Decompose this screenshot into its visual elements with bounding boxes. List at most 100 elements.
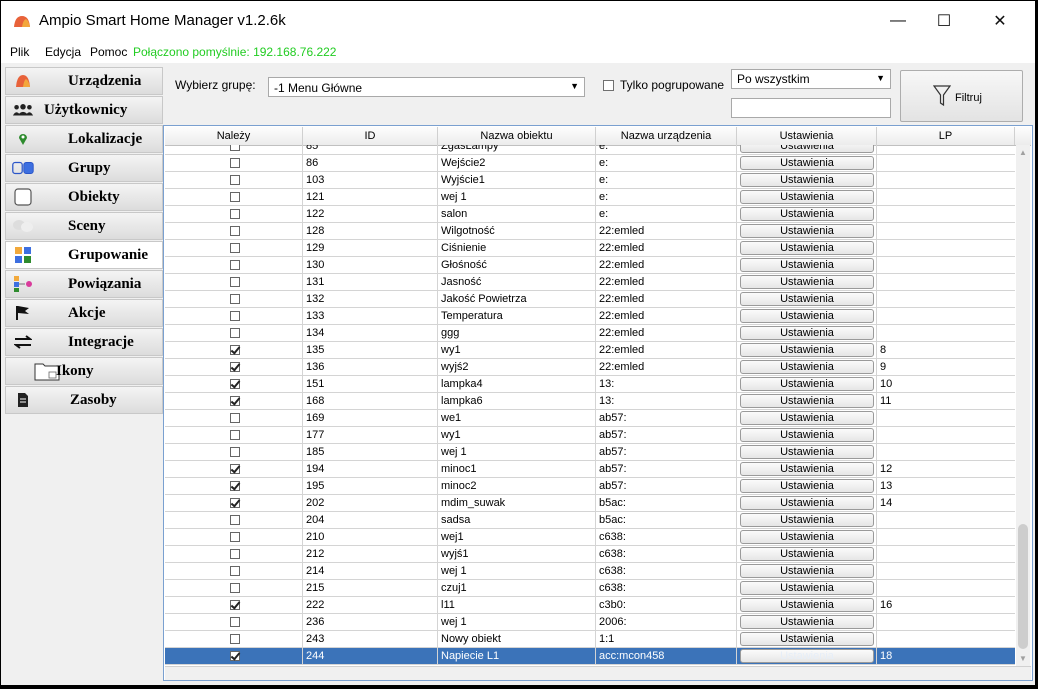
- settings-button[interactable]: Ustawienia: [740, 462, 874, 476]
- settings-button[interactable]: Ustawienia: [740, 564, 874, 578]
- sidebar-item-grupowanie[interactable]: Grupowanie: [5, 241, 163, 269]
- settings-button[interactable]: Ustawienia: [740, 190, 874, 204]
- table-row[interactable]: 243 Nowy obiekt 1:1 Ustawienia: [165, 631, 1015, 648]
- table-row[interactable]: 210 wej1 c638: Ustawienia: [165, 529, 1015, 546]
- table-row[interactable]: 86 Wejście2 e: Ustawienia: [165, 155, 1015, 172]
- row-checkbox[interactable]: [230, 413, 240, 423]
- row-checkbox[interactable]: [230, 430, 240, 440]
- row-checkbox[interactable]: [230, 583, 240, 593]
- close-button[interactable]: ✕: [977, 1, 1023, 41]
- row-checkbox[interactable]: [230, 362, 240, 372]
- settings-button[interactable]: Ustawienia: [740, 581, 874, 595]
- table-row[interactable]: 169 we1 ab57: Ustawienia: [165, 410, 1015, 427]
- row-checkbox[interactable]: [230, 243, 240, 253]
- row-checkbox[interactable]: [230, 311, 240, 321]
- settings-button[interactable]: Ustawienia: [740, 326, 874, 340]
- settings-button[interactable]: Ustawienia: [740, 615, 874, 629]
- only-grouped-checkbox[interactable]: [603, 80, 614, 91]
- sidebar-item-integracje[interactable]: Integracje: [5, 328, 163, 356]
- menu-edycja[interactable]: Edycja: [45, 45, 81, 59]
- horizontal-scrollbar[interactable]: [165, 666, 1031, 680]
- settings-button[interactable]: Ustawienia: [740, 343, 874, 357]
- table-row[interactable]: 194 minoc1 ab57: Ustawienia 12: [165, 461, 1015, 478]
- column-header-nalezy[interactable]: Należy: [165, 127, 303, 145]
- row-checkbox[interactable]: [230, 549, 240, 559]
- scroll-up-icon[interactable]: ▲: [1018, 148, 1028, 158]
- row-checkbox[interactable]: [230, 464, 240, 474]
- table-row[interactable]: 204 sadsa b5ac: Ustawienia: [165, 512, 1015, 529]
- table-row[interactable]: 133 Temperatura 22:emled Ustawienia: [165, 308, 1015, 325]
- settings-button[interactable]: Ustawienia: [740, 445, 874, 459]
- row-checkbox[interactable]: [230, 328, 240, 338]
- table-row[interactable]: 177 wy1 ab57: Ustawienia: [165, 427, 1015, 444]
- settings-button[interactable]: Ustawienia: [740, 241, 874, 255]
- settings-button[interactable]: Ustawienia: [740, 428, 874, 442]
- table-row[interactable]: 130 Głośność 22:emled Ustawienia: [165, 257, 1015, 274]
- row-checkbox[interactable]: [230, 277, 240, 287]
- sidebar-item-akcje[interactable]: Akcje: [5, 299, 163, 327]
- search-input[interactable]: [731, 98, 891, 118]
- vertical-scrollbar[interactable]: ▲ ▼: [1016, 145, 1030, 666]
- table-row[interactable]: 103 Wyjście1 e: Ustawienia: [165, 172, 1015, 189]
- row-checkbox[interactable]: [230, 566, 240, 576]
- settings-button[interactable]: Ustawienia: [740, 173, 874, 187]
- row-checkbox[interactable]: [230, 651, 240, 661]
- table-row[interactable]: 212 wyjś1 c638: Ustawienia: [165, 546, 1015, 563]
- settings-button[interactable]: Ustawienia: [740, 258, 874, 272]
- sidebar-item-powiazania[interactable]: Powiązania: [5, 270, 163, 298]
- table-row[interactable]: 236 wej 1 2006: Ustawienia: [165, 614, 1015, 631]
- search-scope-select[interactable]: Po wszystkim ▼: [731, 69, 891, 89]
- row-checkbox[interactable]: [230, 345, 240, 355]
- row-checkbox[interactable]: [230, 600, 240, 610]
- settings-button[interactable]: Ustawienia: [740, 513, 874, 527]
- group-select[interactable]: -1 Menu Główne ▼: [268, 77, 585, 97]
- scrollbar-thumb[interactable]: [1018, 524, 1028, 649]
- table-row[interactable]: 202 mdim_suwak b5ac: Ustawienia 14: [165, 495, 1015, 512]
- row-checkbox[interactable]: [230, 498, 240, 508]
- row-checkbox[interactable]: [230, 481, 240, 491]
- settings-button[interactable]: Ustawienia: [740, 530, 874, 544]
- settings-button[interactable]: Ustawienia: [740, 394, 874, 408]
- sidebar-item-sceny[interactable]: Sceny: [5, 212, 163, 240]
- column-header-id[interactable]: ID: [303, 127, 438, 145]
- settings-button[interactable]: Ustawienia: [740, 496, 874, 510]
- table-row[interactable]: 195 minoc2 ab57: Ustawienia 13: [165, 478, 1015, 495]
- table-row[interactable]: 131 Jasność 22:emled Ustawienia: [165, 274, 1015, 291]
- table-row[interactable]: 136 wyjś2 22:emled Ustawienia 9: [165, 359, 1015, 376]
- sidebar-item-ikony[interactable]: Ikony: [5, 357, 163, 385]
- row-checkbox[interactable]: [230, 379, 240, 389]
- table-row[interactable]: 121 wej 1 e: Ustawienia: [165, 189, 1015, 206]
- table-row[interactable]: 151 lampka4 13: Ustawienia 10: [165, 376, 1015, 393]
- settings-button[interactable]: Ustawienia: [740, 292, 874, 306]
- sidebar-item-uzytkownicy[interactable]: Użytkownicy: [5, 96, 163, 124]
- table-row[interactable]: 185 wej 1 ab57: Ustawienia: [165, 444, 1015, 461]
- menu-pomoc[interactable]: Pomoc: [90, 45, 127, 59]
- settings-button[interactable]: Ustawienia: [740, 411, 874, 425]
- table-row[interactable]: 129 Ciśnienie 22:emled Ustawienia: [165, 240, 1015, 257]
- row-checkbox[interactable]: [230, 226, 240, 236]
- settings-button[interactable]: Ustawienia: [740, 632, 874, 646]
- table-row[interactable]: 215 czuj1 c638: Ustawienia: [165, 580, 1015, 597]
- sidebar-item-grupy[interactable]: Grupy: [5, 154, 163, 182]
- settings-button[interactable]: Ustawienia: [740, 479, 874, 493]
- row-checkbox[interactable]: [230, 396, 240, 406]
- scroll-down-icon[interactable]: ▼: [1018, 654, 1028, 664]
- sidebar-item-obiekty[interactable]: Obiekty: [5, 183, 163, 211]
- settings-button[interactable]: Ustawienia: [740, 156, 874, 170]
- column-header-ustawienia[interactable]: Ustawienia: [737, 127, 877, 145]
- table-row[interactable]: 132 Jakość Powietrza 22:emled Ustawienia: [165, 291, 1015, 308]
- row-checkbox[interactable]: [230, 447, 240, 457]
- row-checkbox[interactable]: [230, 175, 240, 185]
- table-row[interactable]: 135 wy1 22:emled Ustawienia 8: [165, 342, 1015, 359]
- settings-button[interactable]: Ustawienia: [740, 207, 874, 221]
- table-row[interactable]: 214 wej 1 c638: Ustawienia: [165, 563, 1015, 580]
- settings-button[interactable]: Ustawienia: [740, 224, 874, 238]
- row-checkbox[interactable]: [230, 515, 240, 525]
- row-checkbox[interactable]: [230, 158, 240, 168]
- sidebar-item-urzadzenia[interactable]: Urządzenia: [5, 67, 163, 95]
- row-checkbox[interactable]: [230, 634, 240, 644]
- column-header-nazwa-obiektu[interactable]: Nazwa obiektu: [438, 127, 596, 145]
- filter-button[interactable]: Filtruj: [900, 70, 1023, 122]
- table-row[interactable]: 168 lampka6 13: Ustawienia 11: [165, 393, 1015, 410]
- table-row[interactable]: 244 Napiecie L1 acc:mcon458 Ustawienia 18: [165, 648, 1015, 665]
